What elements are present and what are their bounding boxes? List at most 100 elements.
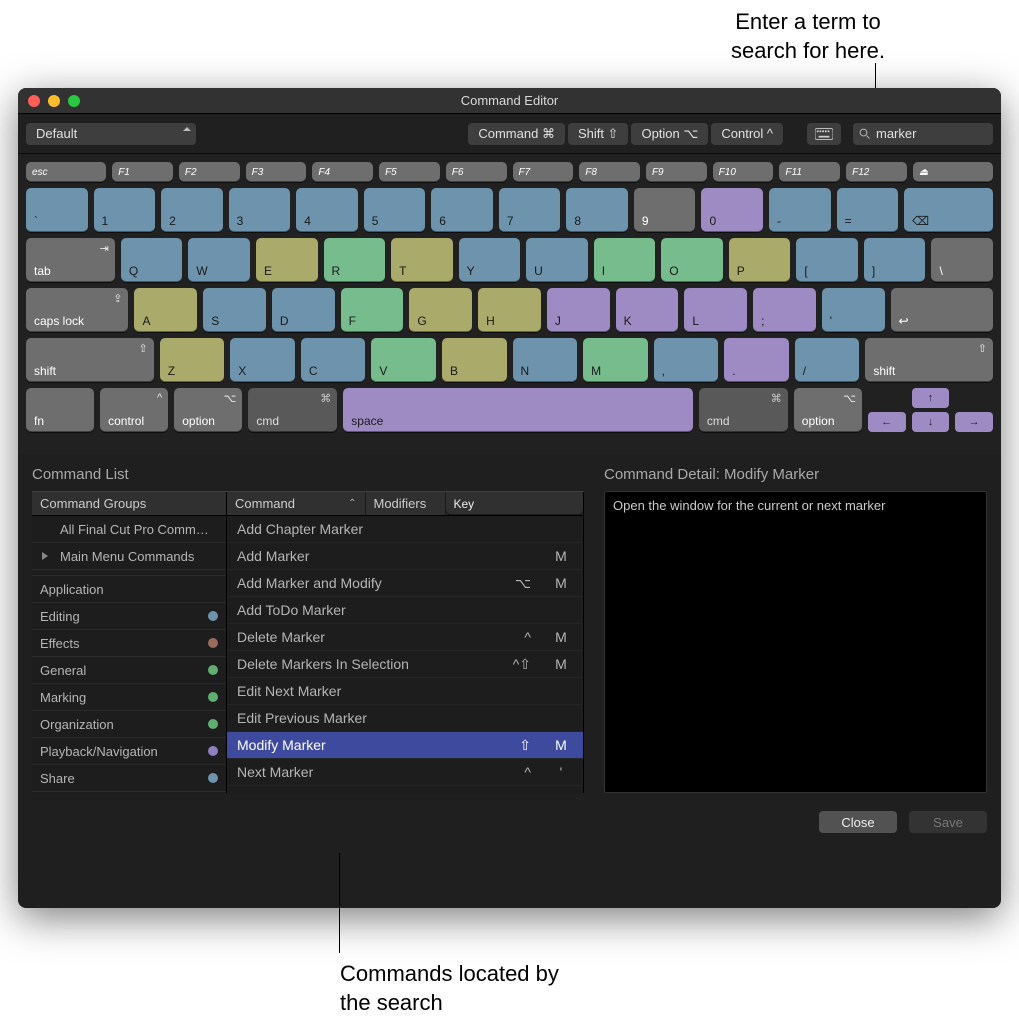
key-8[interactable]: 8 <box>566 188 628 232</box>
key-u[interactable]: U <box>526 238 588 282</box>
key-[interactable]: = <box>837 188 899 232</box>
key-option[interactable]: option⌥ <box>794 388 862 432</box>
command-row[interactable]: Edit Next Marker <box>227 678 583 705</box>
key-i[interactable]: I <box>594 238 656 282</box>
group-row[interactable]: Playback/Navigation <box>32 738 226 765</box>
control-modifier-button[interactable]: Control ^ <box>711 123 783 145</box>
command-row[interactable]: Add Chapter Marker <box>227 516 583 543</box>
key-⏏[interactable]: ⏏ <box>913 162 993 182</box>
key-f5[interactable]: F5 <box>379 162 440 182</box>
command-row[interactable]: Add ToDo Marker <box>227 597 583 624</box>
key-a[interactable]: A <box>134 288 197 332</box>
key-f7[interactable]: F7 <box>513 162 574 182</box>
key-option[interactable]: option⌥ <box>174 388 242 432</box>
key-header[interactable]: Key <box>446 492 584 515</box>
key-9[interactable]: 9 <box>634 188 696 232</box>
command-row[interactable]: Edit Previous Marker <box>227 705 583 732</box>
key-1[interactable]: 1 <box>94 188 156 232</box>
key-w[interactable]: W <box>188 238 250 282</box>
modifiers-header[interactable]: Modifiers <box>366 492 446 515</box>
key-capslock[interactable]: caps lock⇪ <box>26 288 128 332</box>
key-d[interactable]: D <box>272 288 335 332</box>
group-row[interactable]: All Final Cut Pro Comm… <box>32 516 226 543</box>
key-cmd[interactable]: cmd⌘ <box>248 388 337 432</box>
command-row[interactable]: Add MarkerM <box>227 543 583 570</box>
key-o[interactable]: O <box>661 238 723 282</box>
command-row[interactable]: Delete Marker^M <box>227 624 583 651</box>
command-row[interactable]: Add Marker and Modify⌥M <box>227 570 583 597</box>
key-e[interactable]: E <box>256 238 318 282</box>
key-[interactable]: ] <box>864 238 926 282</box>
key-[interactable]: ⌫ <box>904 188 993 232</box>
key-3[interactable]: 3 <box>229 188 291 232</box>
key-[interactable]: ` <box>26 188 88 232</box>
key-left[interactable]: ← <box>868 412 906 432</box>
keyboard-highlight-button[interactable] <box>807 123 841 145</box>
group-row[interactable]: Effects <box>32 630 226 657</box>
key-l[interactable]: L <box>684 288 747 332</box>
key-f11[interactable]: F11 <box>779 162 840 182</box>
option-modifier-button[interactable]: Option ⌥ <box>631 123 708 145</box>
key-f2[interactable]: F2 <box>179 162 240 182</box>
key-r[interactable]: R <box>324 238 386 282</box>
key-control[interactable]: control^ <box>100 388 168 432</box>
key-f8[interactable]: F8 <box>579 162 640 182</box>
key-down[interactable]: ↓ <box>912 412 950 432</box>
key-6[interactable]: 6 <box>431 188 493 232</box>
key-v[interactable]: V <box>371 338 436 382</box>
key-up[interactable]: ↑ <box>912 388 950 408</box>
command-row[interactable]: Next Marker^' <box>227 759 583 786</box>
key-p[interactable]: P <box>729 238 791 282</box>
key-right[interactable]: → <box>955 412 993 432</box>
key-[interactable]: ↩ <box>891 288 993 332</box>
key-shift[interactable]: shift⇧ <box>26 338 154 382</box>
key-k[interactable]: K <box>616 288 679 332</box>
key-q[interactable]: Q <box>121 238 183 282</box>
key-cmd[interactable]: cmd⌘ <box>699 388 788 432</box>
key-space[interactable]: space <box>343 388 693 432</box>
key-7[interactable]: 7 <box>499 188 561 232</box>
key-t[interactable]: T <box>391 238 453 282</box>
key-s[interactable]: S <box>203 288 266 332</box>
key-5[interactable]: 5 <box>364 188 426 232</box>
key-g[interactable]: G <box>409 288 472 332</box>
key-[interactable]: / <box>795 338 860 382</box>
search-input[interactable] <box>876 126 1001 141</box>
group-row[interactable]: Organization <box>32 711 226 738</box>
key-f10[interactable]: F10 <box>713 162 774 182</box>
key-f6[interactable]: F6 <box>446 162 507 182</box>
key-x[interactable]: X <box>230 338 295 382</box>
group-row[interactable]: General <box>32 657 226 684</box>
command-row[interactable]: Nudge Marker Left^, <box>227 786 583 793</box>
key-f9[interactable]: F9 <box>646 162 707 182</box>
key-4[interactable]: 4 <box>296 188 358 232</box>
key-[interactable]: - <box>769 188 831 232</box>
group-row[interactable]: Main Menu Commands <box>32 543 226 570</box>
key-[interactable]: ; <box>753 288 816 332</box>
key-[interactable]: ' <box>822 288 885 332</box>
key-f1[interactable]: F1 <box>112 162 173 182</box>
key-y[interactable]: Y <box>459 238 521 282</box>
key-n[interactable]: N <box>513 338 578 382</box>
key-[interactable]: \ <box>931 238 993 282</box>
key-f4[interactable]: F4 <box>312 162 373 182</box>
save-button[interactable]: Save <box>909 811 987 833</box>
command-row[interactable]: Modify Marker⇧M <box>227 732 583 759</box>
key-b[interactable]: B <box>442 338 507 382</box>
preset-dropdown[interactable]: Default <box>26 123 196 145</box>
key-f12[interactable]: F12 <box>846 162 907 182</box>
command-modifier-button[interactable]: Command ⌘ <box>468 123 565 145</box>
key-[interactable]: , <box>654 338 719 382</box>
key-[interactable]: . <box>724 338 789 382</box>
key-0[interactable]: 0 <box>701 188 763 232</box>
key-m[interactable]: M <box>583 338 648 382</box>
key-c[interactable]: C <box>301 338 366 382</box>
key-tab[interactable]: tab⇥ <box>26 238 115 282</box>
key-fn[interactable]: fn <box>26 388 94 432</box>
group-row[interactable]: Share <box>32 765 226 792</box>
key-[interactable]: [ <box>796 238 858 282</box>
group-row[interactable]: Editing <box>32 603 226 630</box>
key-f3[interactable]: F3 <box>246 162 307 182</box>
shift-modifier-button[interactable]: Shift ⇧ <box>568 123 629 145</box>
search-field[interactable]: ✕ <box>853 123 993 145</box>
